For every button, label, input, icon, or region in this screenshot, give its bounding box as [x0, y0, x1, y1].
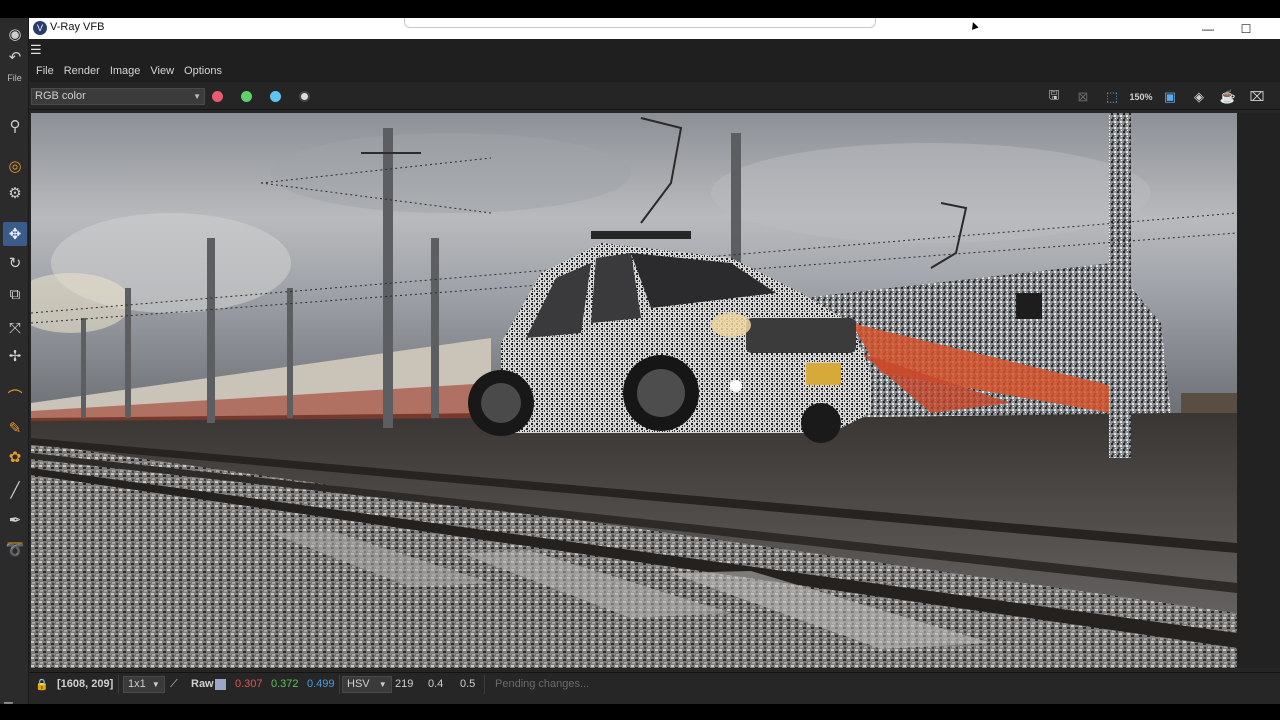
- blue-channel-icon[interactable]: [270, 91, 281, 102]
- c4d-left-toolbar: ◉ ↶ File ⚲ ◎ ⚙ ✥ ↻ ⧉ ⤧ ✢ ⌒ ✎ ✿ ╱ ✒ — ➰ ☰: [0, 18, 29, 714]
- color-swatch: [215, 679, 226, 690]
- render-image: [31, 113, 1237, 668]
- chevron-down-icon: ▼: [151, 680, 160, 689]
- divider: [484, 675, 485, 694]
- top-bar: [0, 0, 1280, 18]
- screen: ◉ ↶ File ⚲ ◎ ⚙ ✥ ↻ ⧉ ⤧ ✢ ⌒ ✎ ✿ ╱ ✒ — ➰ ☰…: [0, 0, 1280, 720]
- menu-bar: File Render Image View Options: [29, 60, 1280, 82]
- lasso-icon[interactable]: ➰: [3, 538, 27, 562]
- alpha-channel-icon[interactable]: [299, 91, 310, 102]
- divider: [162, 675, 163, 694]
- status-bar: 🔒 [1608, 209] 1x1 ▼ ⟋ Raw 0.307 0.372 0.…: [29, 672, 1280, 696]
- tools-icon[interactable]: ⚙: [3, 181, 27, 205]
- scale-icon[interactable]: ⧉: [3, 282, 27, 306]
- hamburger-menu-icon[interactable]: ☰: [30, 42, 42, 58]
- teapot-icon[interactable]: ☕: [1217, 87, 1239, 107]
- file-label[interactable]: File: [0, 73, 29, 83]
- menu-render[interactable]: Render: [64, 65, 100, 77]
- brush-icon[interactable]: ✎: [3, 416, 27, 440]
- axis-icon[interactable]: ⤧: [3, 316, 27, 340]
- vfb-window: V V-Ray VFB — ☐ ☰ File Render Image View…: [29, 18, 1280, 704]
- color-picker-icon[interactable]: ⟋: [170, 678, 178, 691]
- paint-icon[interactable]: ✿: [3, 445, 27, 469]
- window-title: V-Ray VFB: [50, 21, 105, 33]
- hamburger-row: ☰: [29, 39, 1280, 60]
- green-channel-icon[interactable]: [241, 91, 252, 102]
- menu-file[interactable]: File: [36, 65, 54, 77]
- spline-icon[interactable]: ⌒: [3, 384, 27, 408]
- region-render-icon[interactable]: ⬚: [1101, 87, 1123, 107]
- value-v: 0.5: [460, 678, 476, 690]
- value-h: 219: [395, 678, 414, 690]
- maximize-button[interactable]: ☐: [1229, 18, 1263, 39]
- menu-image[interactable]: Image: [110, 65, 141, 77]
- value-g: 0.372: [271, 678, 299, 690]
- vray-app-icon: V: [33, 21, 47, 35]
- sample-value: 1x1: [128, 678, 146, 690]
- move-icon[interactable]: ✥: [3, 222, 27, 246]
- value-r: 0.307: [235, 678, 263, 690]
- render-margin: [1237, 113, 1280, 668]
- undo-icon[interactable]: ↶: [3, 45, 27, 69]
- frame-icon[interactable]: ▣: [1159, 87, 1181, 107]
- search-tab[interactable]: [404, 18, 876, 28]
- zoom-150-icon[interactable]: 150%: [1129, 87, 1152, 107]
- pen-icon[interactable]: ✒: [3, 508, 27, 532]
- chevron-down-icon: ▼: [193, 92, 201, 101]
- divider: [118, 675, 119, 694]
- chevron-down-icon: ▼: [378, 680, 387, 689]
- pixel-coords: [1608, 209]: [57, 678, 114, 690]
- menu-view[interactable]: View: [150, 65, 174, 77]
- knife-icon[interactable]: ╱: [3, 478, 27, 502]
- lens-icon[interactable]: ◈: [1188, 87, 1210, 107]
- channel-select-value: RGB color: [35, 90, 86, 102]
- colorspace-select[interactable]: HSV ▼: [342, 676, 392, 693]
- sample-select[interactable]: 1x1 ▼: [123, 676, 165, 693]
- red-channel-icon[interactable]: [212, 91, 223, 102]
- select-icon[interactable]: ◎: [3, 154, 27, 178]
- render-view[interactable]: [31, 113, 1237, 668]
- search-icon[interactable]: ⚲: [3, 114, 27, 138]
- raw-label: Raw: [191, 678, 214, 690]
- c4d-logo-icon: ◉: [8, 26, 22, 43]
- vfb-toolbar: RGB color ▼ 🖫 ⊠ ⬚ 150% ▣ ◈ ☕ ⌧: [29, 84, 1280, 110]
- clear-icon[interactable]: ⊠: [1072, 87, 1094, 107]
- bottom-bar: [0, 704, 1280, 720]
- transform-icon[interactable]: ✢: [3, 344, 27, 368]
- camera-icon[interactable]: ⌧: [1246, 87, 1268, 107]
- value-s: 0.4: [428, 678, 444, 690]
- title-bar: V V-Ray VFB — ☐: [29, 18, 1280, 39]
- value-b: 0.499: [307, 678, 335, 690]
- menu-options[interactable]: Options: [184, 65, 222, 77]
- status-message: Pending changes...: [495, 678, 590, 690]
- colorspace-value: HSV: [347, 678, 370, 690]
- divider: [339, 675, 340, 694]
- channel-select[interactable]: RGB color ▼: [31, 88, 205, 105]
- save-icon[interactable]: 🖫: [1043, 87, 1065, 107]
- minimize-button[interactable]: —: [1191, 18, 1225, 39]
- rotate-icon[interactable]: ↻: [3, 251, 27, 275]
- lock-icon[interactable]: 🔒: [35, 678, 49, 691]
